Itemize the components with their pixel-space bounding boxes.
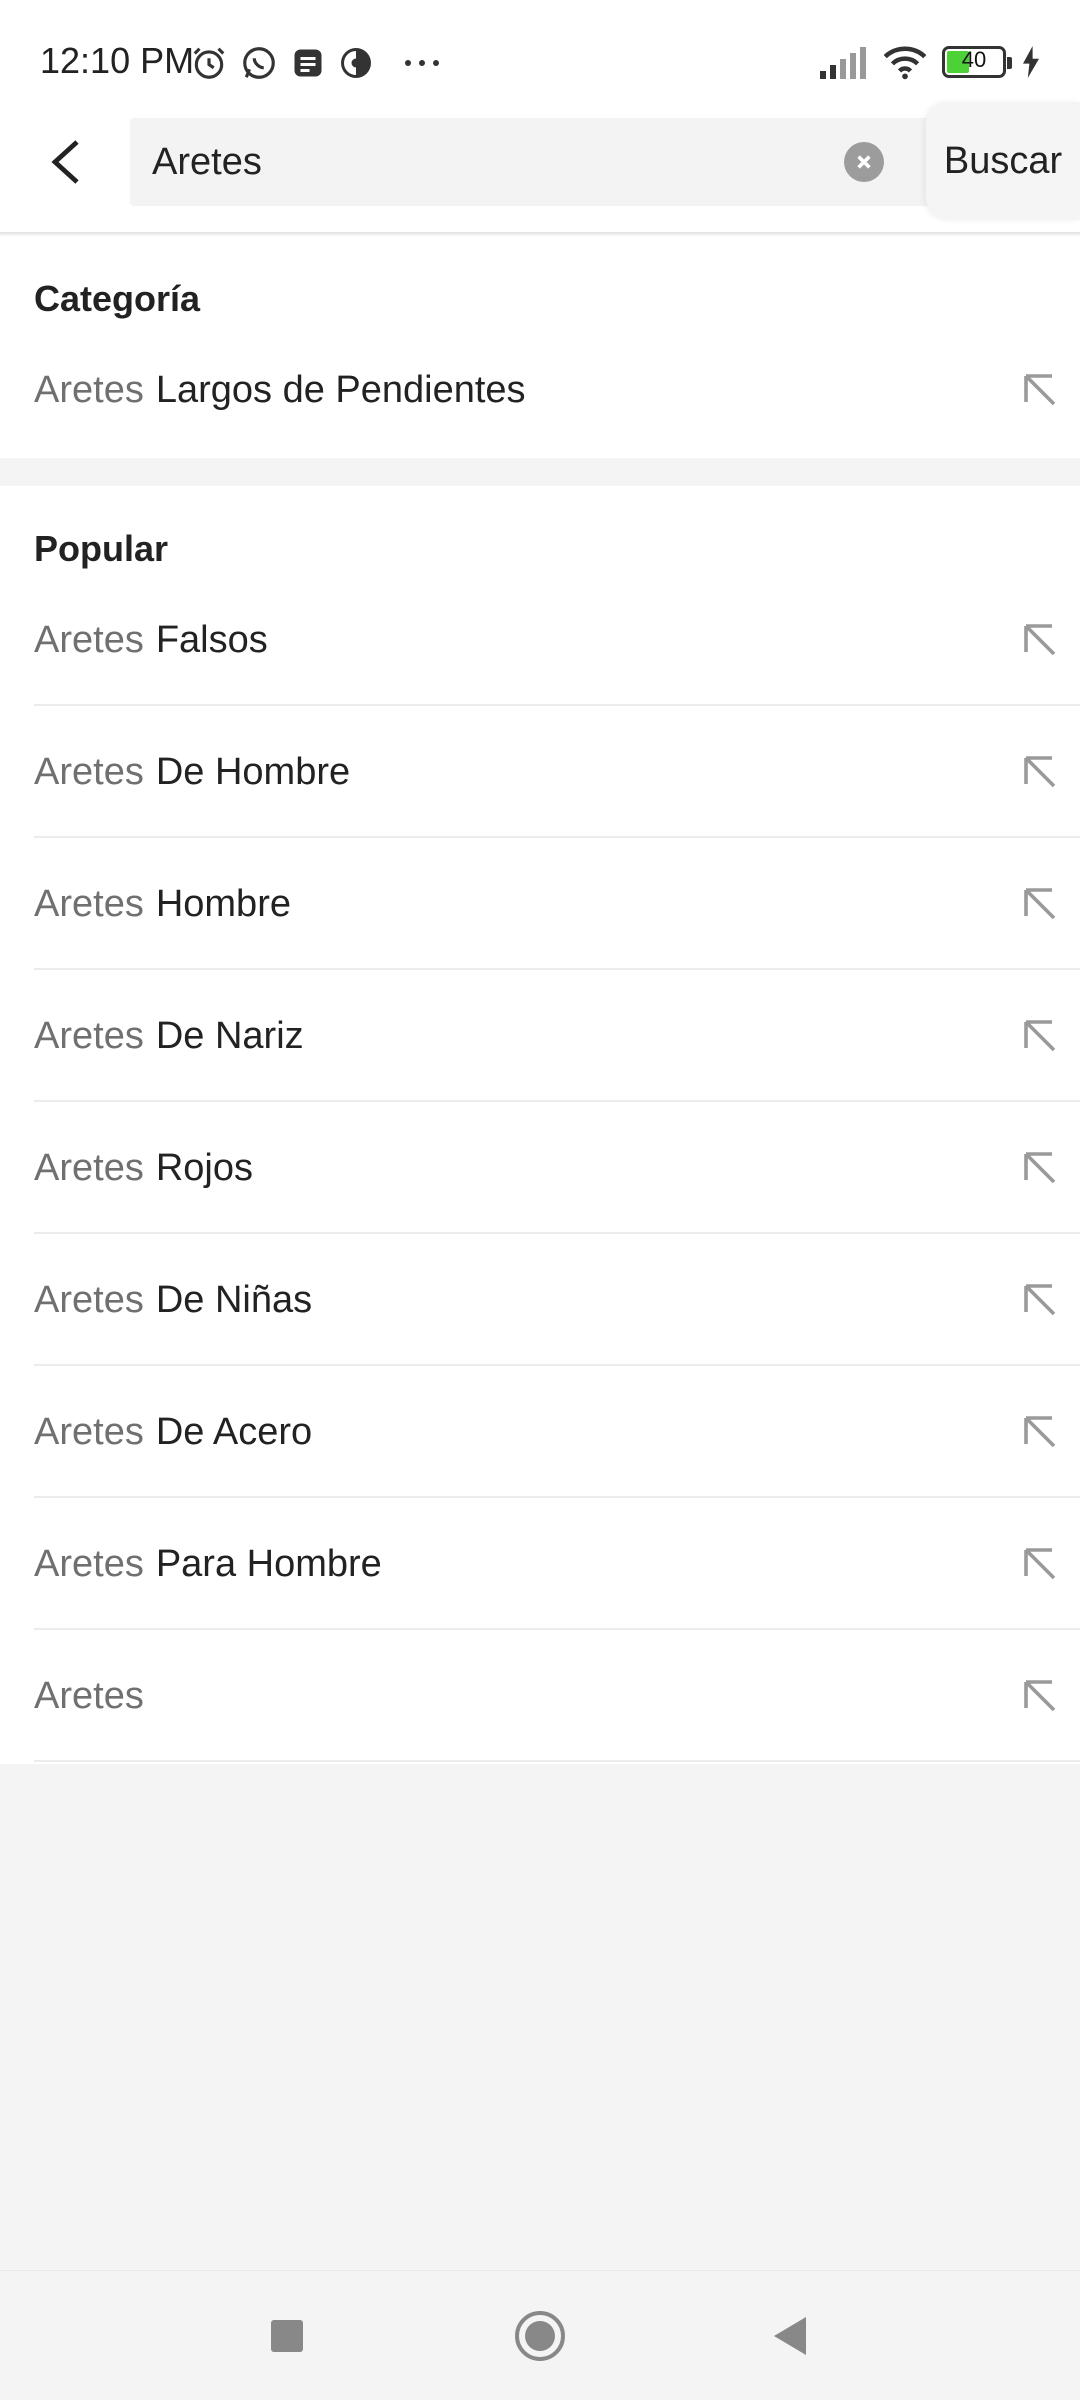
suggestion-text: Aretes De Nariz [34, 970, 304, 1102]
suggestion-prefix: Aretes [34, 368, 144, 411]
suggestion-prefix: Aretes [34, 1674, 144, 1717]
home-circle-icon [515, 2311, 565, 2361]
arrow-up-left-icon[interactable] [1018, 1278, 1062, 1322]
suggestion-text: Aretes [34, 1630, 144, 1762]
battery-icon: 40 [942, 46, 1012, 78]
back-button[interactable] [36, 132, 96, 192]
list-item[interactable]: Aretes De Niñas [0, 1234, 1080, 1366]
suggestion-prefix: Aretes [34, 1278, 144, 1321]
list-item[interactable]: Aretes Falsos [0, 574, 1080, 706]
recents-square-icon [271, 2320, 303, 2352]
suggestion-text: Aretes Largos de Pendientes [34, 324, 526, 456]
suggestion-rest: De Niñas [155, 1278, 313, 1321]
navigation-bar [0, 2270, 1080, 2400]
list-item[interactable]: Aretes De Acero [0, 1366, 1080, 1498]
app-icon [341, 48, 371, 78]
suggestion-text: Aretes Rojos [34, 1102, 253, 1234]
close-icon [857, 155, 871, 169]
whatsapp-icon [243, 47, 275, 79]
back-nav-button[interactable] [755, 2301, 825, 2371]
suggestion-rest: De Hombre [155, 750, 351, 793]
suggestion-text: Aretes De Niñas [34, 1234, 312, 1366]
suggestion-rest: Rojos [155, 1146, 253, 1189]
battery-level: 40 [961, 47, 987, 72]
suggestion-rest: Hombre [155, 882, 291, 925]
suggestion-rest: De Nariz [155, 1014, 304, 1057]
search-box [130, 118, 930, 206]
list-item[interactable]: Aretes Largos de Pendientes [0, 324, 1080, 458]
home-button[interactable] [505, 2301, 575, 2371]
clear-search-button[interactable] [844, 142, 884, 182]
recents-button[interactable] [252, 2301, 322, 2371]
popular-section: Popular Aretes Falsos Aretes De Hombre Arete… [0, 486, 1080, 1764]
message-icon [294, 49, 322, 77]
arrow-up-left-icon[interactable] [1018, 618, 1062, 662]
search-header: Buscar [0, 102, 1080, 234]
list-item[interactable]: Aretes De Nariz [0, 970, 1080, 1102]
suggestion-prefix: Aretes [34, 750, 144, 793]
suggestion-prefix: Aretes [34, 1146, 144, 1189]
arrow-up-left-icon[interactable] [1018, 1542, 1062, 1586]
chevron-left-icon [51, 140, 79, 184]
suggestion-rest: Para Hombre [155, 1542, 382, 1585]
arrow-up-left-icon[interactable] [1018, 882, 1062, 926]
arrow-up-left-icon[interactable] [1018, 1674, 1062, 1718]
notification-icons [190, 44, 444, 82]
suggestion-text: Aretes Hombre [34, 838, 291, 970]
divider [34, 1760, 1080, 1762]
arrow-up-left-icon[interactable] [1018, 1014, 1062, 1058]
search-button[interactable]: Buscar [926, 102, 1080, 220]
signal-icon [820, 47, 866, 79]
section-title: Popular [34, 528, 169, 569]
charging-icon [1023, 46, 1039, 78]
suggestion-rest: Falsos [155, 618, 268, 661]
suggestion-text: Aretes Para Hombre [34, 1498, 382, 1630]
back-triangle-icon [774, 2317, 806, 2355]
section-title: Categoría [34, 278, 201, 319]
more-dots-icon [405, 60, 439, 66]
alarm-icon [193, 47, 225, 79]
search-input[interactable] [152, 118, 832, 206]
status-bar: 12:10 PM 40 [0, 0, 1080, 102]
suggestion-prefix: Aretes [34, 882, 144, 925]
suggestion-text: Aretes De Hombre [34, 706, 350, 838]
list-item[interactable]: Aretes De Hombre [0, 706, 1080, 838]
suggestion-rest: Largos de Pendientes [155, 368, 526, 411]
list-item[interactable]: Aretes Hombre [0, 838, 1080, 970]
status-time: 12:10 PM [40, 40, 195, 81]
suggestion-text: Aretes Falsos [34, 574, 268, 706]
suggestion-prefix: Aretes [34, 618, 144, 661]
suggestion-prefix: Aretes [34, 1542, 144, 1585]
suggestion-rest: De Acero [155, 1410, 313, 1453]
list-item[interactable]: Aretes Rojos [0, 1102, 1080, 1234]
list-item[interactable]: Aretes [0, 1630, 1080, 1762]
arrow-up-left-icon[interactable] [1018, 1146, 1062, 1190]
suggestion-prefix: Aretes [34, 1410, 144, 1453]
arrow-up-left-icon[interactable] [1018, 1410, 1062, 1454]
arrow-up-left-icon[interactable] [1018, 368, 1062, 412]
arrow-up-left-icon[interactable] [1018, 750, 1062, 794]
list-item[interactable]: Aretes Para Hombre [0, 1498, 1080, 1630]
wifi-icon [883, 46, 927, 80]
system-icons: 40 [818, 44, 1042, 80]
suggestion-text: Aretes De Acero [34, 1366, 312, 1498]
suggestion-prefix: Aretes [34, 1014, 144, 1057]
category-section: Categoría Aretes Largos de Pendientes [0, 236, 1080, 458]
